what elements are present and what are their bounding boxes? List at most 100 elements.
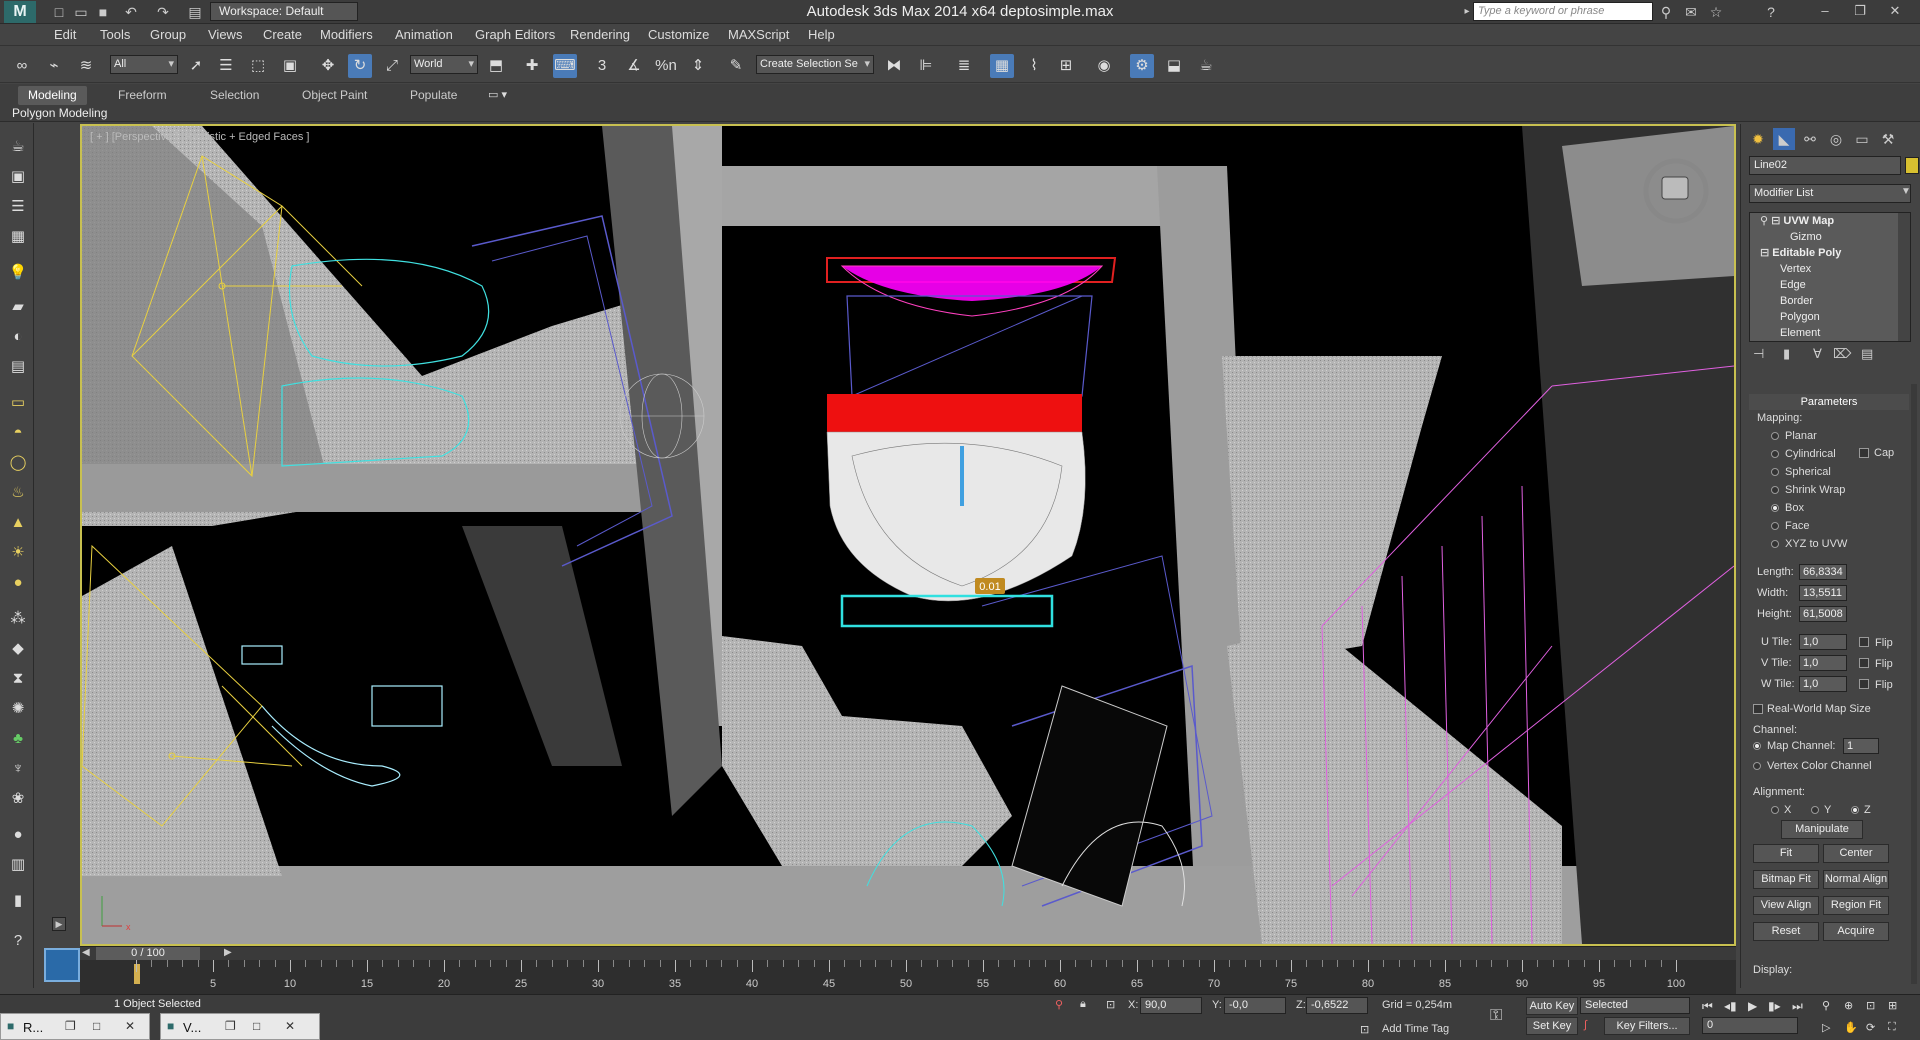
layer-manager-icon[interactable]: ≣ bbox=[952, 54, 976, 78]
maximize-window-1-icon[interactable]: □ bbox=[93, 1019, 100, 1033]
cap-checkbox[interactable] bbox=[1859, 448, 1869, 458]
select-and-link-icon[interactable]: ∞ bbox=[10, 54, 34, 78]
gradient-icon[interactable]: ◆ bbox=[6, 637, 30, 661]
spot-icon[interactable]: ♨ bbox=[6, 481, 30, 505]
x-coordinate-field[interactable]: 90,0 bbox=[1140, 997, 1202, 1014]
make-unique-icon[interactable]: ∀ bbox=[1813, 346, 1822, 362]
menu-graph-editors[interactable]: Graph Editors bbox=[475, 27, 555, 42]
prev-frame-icon[interactable]: ◀ bbox=[82, 947, 90, 958]
render-icon[interactable]: ▣ bbox=[6, 165, 30, 189]
orbit-icon[interactable]: ⟳ bbox=[1866, 1021, 1875, 1034]
scale-icon[interactable]: ⤢ bbox=[380, 54, 404, 78]
stack-item-border[interactable]: Border bbox=[1750, 294, 1900, 309]
maximize-window-2-icon[interactable]: □ bbox=[253, 1019, 260, 1033]
mapping-radio-xyz-to-uvw[interactable] bbox=[1771, 540, 1779, 548]
key-icon[interactable]: ⚿ bbox=[1490, 1007, 1502, 1025]
next-frame-btn-icon[interactable]: ▮▸ bbox=[1768, 999, 1781, 1013]
curve-editor-icon[interactable]: ⌇ bbox=[1022, 54, 1046, 78]
parameters-rollout-title[interactable]: Parameters bbox=[1749, 394, 1909, 410]
search-input[interactable]: Type a keyword or phrase bbox=[1473, 2, 1653, 21]
view-align-button[interactable]: View Align bbox=[1753, 896, 1819, 915]
rotate-icon[interactable]: ↻ bbox=[348, 54, 372, 78]
viewcube-icon[interactable] bbox=[1640, 155, 1712, 227]
lock-selection-icon[interactable]: 🔒︎ bbox=[1080, 998, 1086, 1011]
current-frame-field[interactable]: 0 bbox=[1702, 1017, 1798, 1034]
panel-scrollbar[interactable] bbox=[1911, 384, 1917, 984]
wtile-spinner[interactable]: 1,0 bbox=[1799, 676, 1847, 692]
ribbon-options-icon[interactable]: ▭ ▾ bbox=[488, 88, 507, 101]
plant-icon[interactable]: ♣ bbox=[6, 727, 30, 751]
spinner-snap-icon[interactable]: ⇕ bbox=[686, 54, 710, 78]
uflip-checkbox[interactable] bbox=[1859, 637, 1869, 647]
teapot-icon[interactable]: ☕ bbox=[6, 135, 30, 159]
bitmap-fit-button[interactable]: Bitmap Fit bbox=[1753, 870, 1819, 889]
pan-icon[interactable]: ✋ bbox=[1844, 1021, 1858, 1034]
light-bulb-icon[interactable]: 💡 bbox=[6, 261, 30, 285]
select-manipulate-icon[interactable]: ✚ bbox=[520, 54, 544, 78]
angle-snap-icon[interactable]: ∡ bbox=[622, 54, 646, 78]
modify-tab-icon[interactable]: ◣ bbox=[1773, 128, 1795, 150]
binoculars-icon[interactable]: ⚲ bbox=[1655, 1, 1677, 23]
display-tab-icon[interactable]: ▭ bbox=[1851, 128, 1873, 150]
reference-coordinate-dropdown[interactable]: World bbox=[410, 55, 478, 74]
undo-icon[interactable]: ↶ bbox=[120, 1, 142, 23]
manipulate-button[interactable]: Manipulate bbox=[1781, 820, 1863, 839]
tab-selection[interactable]: Selection bbox=[200, 86, 269, 105]
vflip-checkbox[interactable] bbox=[1859, 658, 1869, 668]
stack-scrollbar[interactable] bbox=[1898, 213, 1910, 341]
select-by-name-icon[interactable]: ☰ bbox=[214, 54, 238, 78]
menu-animation[interactable]: Animation bbox=[395, 27, 453, 42]
close-window-1-icon[interactable]: ✕ bbox=[125, 1019, 135, 1033]
stack-item-gizmo[interactable]: Gizmo bbox=[1750, 230, 1900, 245]
next-frame-icon[interactable]: ▶ bbox=[224, 947, 232, 958]
stack-item-edge[interactable]: Edge bbox=[1750, 278, 1900, 293]
time-slider[interactable]: ◀ 0 / 100 ▶ bbox=[80, 946, 1736, 960]
schematic-view-icon[interactable]: ⊞ bbox=[1054, 54, 1078, 78]
ribbon-panel-label[interactable]: Polygon Modeling bbox=[12, 106, 107, 120]
fit-button[interactable]: Fit bbox=[1753, 844, 1819, 863]
hierarchy-tab-icon[interactable]: ⚯ bbox=[1799, 128, 1821, 150]
rectangular-selection-icon[interactable]: ⬚ bbox=[246, 54, 270, 78]
move-icon[interactable]: ✥ bbox=[316, 54, 340, 78]
window-crossing-icon[interactable]: ▣ bbox=[278, 54, 302, 78]
create-tab-icon[interactable]: ✹ bbox=[1747, 128, 1769, 150]
globe-icon[interactable]: ✺ bbox=[6, 697, 30, 721]
go-to-end-icon[interactable]: ⏭ bbox=[1792, 999, 1803, 1014]
tab-freeform[interactable]: Freeform bbox=[108, 86, 177, 105]
menu-group[interactable]: Group bbox=[150, 27, 186, 42]
acquire-button[interactable]: Acquire bbox=[1823, 922, 1889, 941]
tab-modeling[interactable]: Modeling bbox=[18, 86, 87, 105]
key-mode-dropdown[interactable]: Selected bbox=[1580, 997, 1690, 1014]
region-fit-button[interactable]: Region Fit bbox=[1823, 896, 1889, 915]
zoom-extents-all-icon[interactable]: ⊞ bbox=[1888, 999, 1897, 1012]
wflip-checkbox[interactable] bbox=[1859, 679, 1869, 689]
menu-customize[interactable]: Customize bbox=[648, 27, 709, 42]
cone-light-icon[interactable]: ▲ bbox=[6, 511, 30, 535]
menu-rendering[interactable]: Rendering bbox=[570, 27, 630, 42]
sphere-light-icon[interactable]: ◯ bbox=[6, 451, 30, 475]
render-setup-icon[interactable]: ⚙ bbox=[1130, 54, 1154, 78]
help-circle-icon[interactable]: ? bbox=[6, 929, 30, 953]
grid-icon[interactable]: ▦ bbox=[6, 225, 30, 249]
mapping-radio-spherical[interactable] bbox=[1771, 468, 1779, 476]
go-to-start-icon[interactable]: ⏮ bbox=[1702, 999, 1713, 1014]
y-coordinate-field[interactable]: -0,0 bbox=[1224, 997, 1286, 1014]
close-window-2-icon[interactable]: ✕ bbox=[285, 1019, 295, 1033]
sun-icon[interactable]: ☀ bbox=[6, 541, 30, 565]
minimize-icon[interactable]: – bbox=[1810, 0, 1840, 22]
map-channel-spinner[interactable]: 1 bbox=[1843, 738, 1879, 754]
mini-listener-icon[interactable] bbox=[44, 948, 80, 982]
center-button[interactable]: Center bbox=[1823, 844, 1889, 863]
height-spinner[interactable]: 61,5008 bbox=[1799, 606, 1847, 622]
restore-window-1-icon[interactable]: ❐ bbox=[65, 1019, 76, 1033]
time-tag-icon[interactable]: ⊡ bbox=[1360, 1023, 1369, 1036]
save-preset-icon[interactable]: ▮ bbox=[6, 889, 30, 913]
calendar-icon[interactable]: ▥ bbox=[6, 853, 30, 877]
mapping-radio-shrink-wrap[interactable] bbox=[1771, 486, 1779, 494]
z-coordinate-field[interactable]: -0,6522 bbox=[1306, 997, 1368, 1014]
menu-help[interactable]: Help bbox=[808, 27, 835, 42]
restore-icon[interactable]: ❐ bbox=[1845, 0, 1875, 22]
sky-icon[interactable]: ● bbox=[6, 571, 30, 595]
bind-space-warp-icon[interactable]: ≋ bbox=[74, 54, 98, 78]
object-color-swatch[interactable] bbox=[1905, 157, 1919, 174]
